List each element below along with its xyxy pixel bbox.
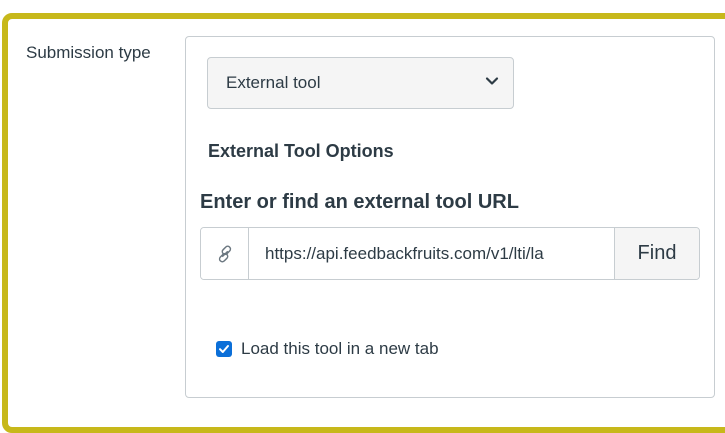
chevron-down-icon xyxy=(485,73,499,93)
submission-type-select[interactable]: External tool xyxy=(207,57,514,109)
external-tool-url-group: https://api.feedbackfruits.com/v1/lti/la… xyxy=(200,227,700,280)
new-tab-label: Load this tool in a new tab xyxy=(241,339,439,358)
external-tool-url-input[interactable]: https://api.feedbackfruits.com/v1/lti/la xyxy=(249,228,614,279)
new-tab-checkbox[interactable] xyxy=(216,341,232,357)
find-button[interactable]: Find xyxy=(614,228,699,279)
submission-type-label: Submission type xyxy=(26,43,151,62)
new-tab-option[interactable]: Load this tool in a new tab xyxy=(216,339,439,359)
checkmark-icon xyxy=(219,345,229,353)
external-tool-options-title: External Tool Options xyxy=(208,141,394,161)
external-tool-url-label: Enter or find an external tool URL xyxy=(200,191,519,213)
submission-type-value: External tool xyxy=(226,73,321,92)
link-icon xyxy=(201,228,249,279)
